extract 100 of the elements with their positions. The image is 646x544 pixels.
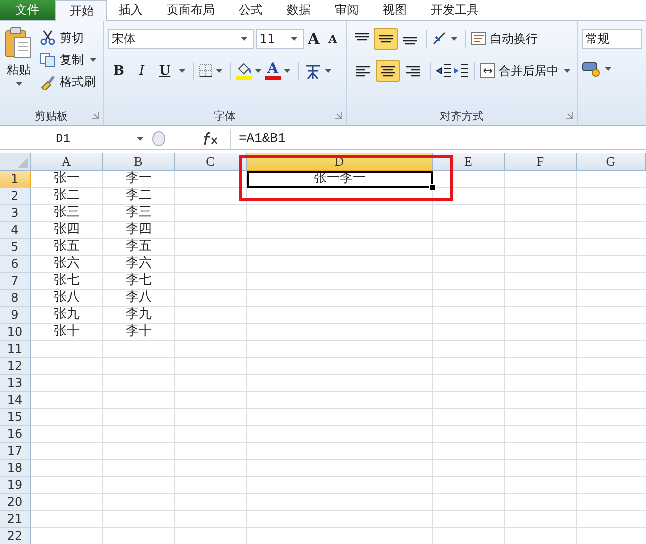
table-cell-text: 李三	[125, 205, 153, 222]
shrink-font-button[interactable]: A	[324, 32, 342, 46]
row-header[interactable]: 18	[0, 460, 31, 477]
corner-triangle-icon	[18, 158, 28, 168]
copy-button[interactable]: 复制	[40, 51, 99, 69]
brush-button[interactable]: 格式刷	[40, 73, 99, 91]
align-middle-button[interactable]	[374, 28, 398, 50]
table-cell-text: 李六	[125, 256, 153, 273]
dialog-launcher-icon	[566, 112, 573, 119]
caret-icon	[137, 137, 144, 141]
column-header[interactable]: C	[175, 153, 247, 171]
fill-handle[interactable]	[429, 184, 436, 191]
number-format-field[interactable]: 常规	[582, 29, 642, 49]
merge-center-button[interactable]: 合并后居中	[480, 62, 573, 80]
table-cell-text: 张六	[53, 256, 81, 273]
caret-icon	[255, 69, 262, 73]
column-header[interactable]: F	[505, 153, 577, 171]
table-cell-text: 李九	[125, 307, 153, 324]
ribbon-tab[interactable]: 开发工具	[419, 0, 491, 20]
font-name-field[interactable]: 宋体	[108, 29, 254, 49]
text-orientation-icon	[432, 31, 448, 47]
column-header[interactable]: E	[433, 153, 505, 171]
table-cell-text: 李一	[125, 171, 153, 188]
row-header[interactable]: 10	[0, 324, 31, 341]
table-cell-text: 李二	[125, 188, 153, 205]
scissors-icon	[40, 30, 56, 46]
column-header[interactable]: G	[577, 153, 646, 171]
cut-button[interactable]: 剪切	[40, 29, 99, 47]
row-header[interactable]: 14	[0, 392, 31, 409]
column-header[interactable]: A	[31, 153, 103, 171]
font-size-field[interactable]: 11	[256, 29, 304, 49]
row-header[interactable]: 11	[0, 341, 31, 358]
row-header[interactable]: 17	[0, 443, 31, 460]
table-cell-text: 张二	[53, 188, 81, 205]
row-header[interactable]: 3	[0, 205, 31, 222]
increase-indent-icon	[453, 63, 469, 79]
row-header[interactable]: 4	[0, 222, 31, 239]
row-header[interactable]: 19	[0, 477, 31, 494]
caret-icon	[16, 82, 22, 86]
align-center-icon	[381, 66, 395, 76]
caret-icon	[564, 69, 571, 73]
align-left-icon	[356, 66, 370, 76]
row-header[interactable]: 22	[0, 528, 31, 544]
table-cell-text: 李五	[125, 239, 153, 256]
file-tab[interactable]: 文件	[0, 0, 55, 20]
caret-icon	[325, 69, 332, 73]
name-box[interactable]: D1	[0, 132, 150, 146]
font-color-button[interactable]: A	[265, 62, 281, 80]
row-header[interactable]: 20	[0, 494, 31, 511]
caret-icon	[284, 69, 291, 73]
row-header[interactable]: 21	[0, 511, 31, 528]
italic-button[interactable]: I	[131, 64, 153, 78]
ribbon-tab[interactable]: 审阅	[323, 0, 371, 20]
row-header[interactable]: 16	[0, 426, 31, 443]
wrap-text-icon	[471, 31, 487, 47]
row-header[interactable]: 6	[0, 256, 31, 273]
paste-button[interactable]: 粘贴	[4, 27, 34, 107]
row-header[interactable]: 13	[0, 375, 31, 392]
row-header[interactable]: 5	[0, 239, 31, 256]
ribbon-tab[interactable]: 插入	[107, 0, 155, 20]
row-header[interactable]: 7	[0, 273, 31, 290]
group-label: 字体	[214, 108, 236, 124]
align-bottom-icon	[403, 37, 417, 45]
caret-icon	[179, 69, 186, 73]
align-middle-icon	[379, 35, 393, 43]
caret-icon	[241, 37, 248, 41]
ribbon-tab[interactable]: 公式	[227, 0, 275, 20]
paintbrush-icon	[40, 74, 56, 90]
underline-button[interactable]: U	[154, 64, 176, 78]
fill-color-icon	[236, 62, 252, 80]
table-cell-text: 张十	[53, 324, 81, 341]
ribbon-tab[interactable]: 视图	[371, 0, 419, 20]
ribbon-tab[interactable]: 页面布局	[155, 0, 227, 20]
table-cell-text: 张七	[53, 273, 81, 290]
row-header[interactable]: 8	[0, 290, 31, 307]
row-header[interactable]: 12	[0, 358, 31, 375]
group-label: 剪贴板	[35, 108, 68, 124]
caret-icon	[90, 58, 97, 62]
table-cell-text: 张五	[53, 239, 81, 256]
bold-button[interactable]: B	[108, 64, 130, 78]
formula-input[interactable]: =A1&B1	[230, 129, 646, 149]
ribbon-tab[interactable]: 开始	[55, 0, 107, 21]
row-header[interactable]: 1	[0, 171, 31, 188]
ribbon-tab[interactable]: 数据	[275, 0, 323, 20]
copy-icon	[40, 52, 56, 68]
caret-icon	[605, 67, 612, 71]
table-cell-text: 李八	[125, 290, 153, 307]
align-right-icon	[406, 66, 420, 76]
wrap-text-button[interactable]: 自动换行	[471, 30, 538, 48]
align-center-button[interactable]	[376, 60, 400, 82]
row-header[interactable]: 2	[0, 188, 31, 205]
align-top-icon	[355, 33, 369, 41]
row-header[interactable]: 15	[0, 409, 31, 426]
dialog-launcher-icon	[92, 112, 99, 119]
column-header[interactable]: B	[103, 153, 175, 171]
group-label: 对齐方式	[440, 108, 484, 124]
table-cell-text: 李七	[125, 273, 153, 290]
grow-font-button[interactable]: A	[305, 30, 323, 48]
table-cell-text: 李四	[125, 222, 153, 239]
row-header[interactable]: 9	[0, 307, 31, 324]
